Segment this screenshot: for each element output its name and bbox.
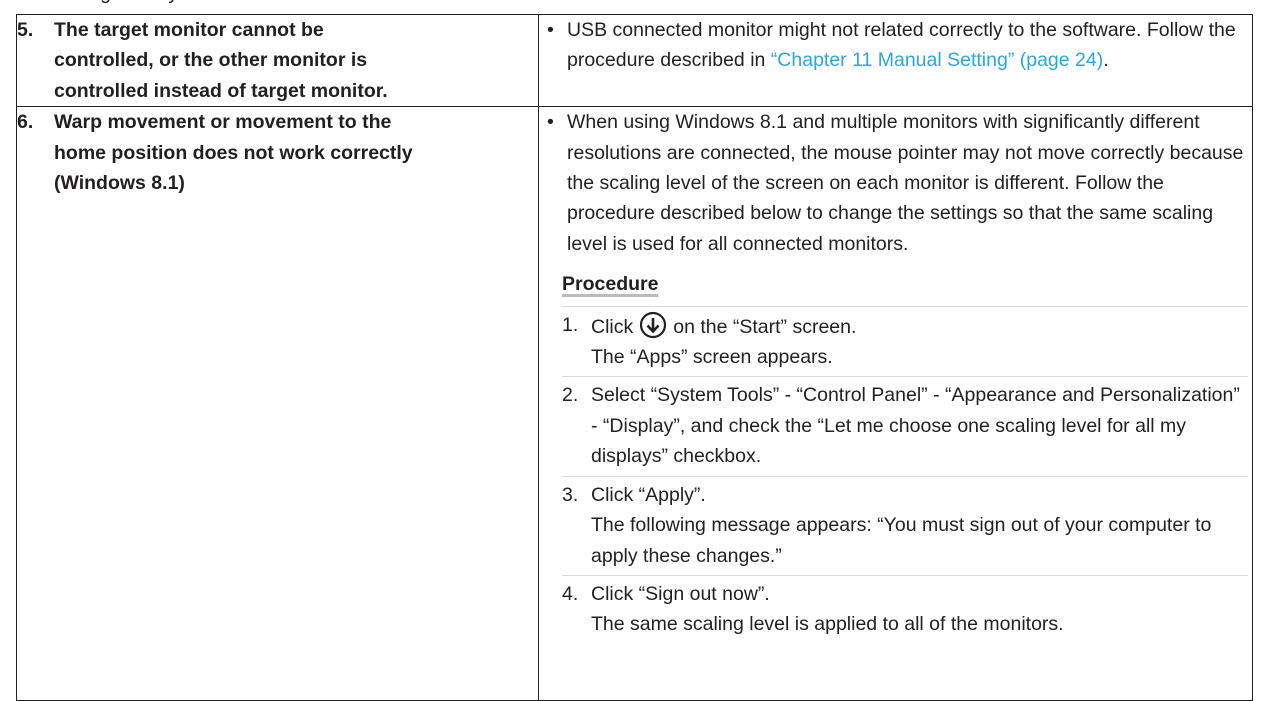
problem-number: 5. [17, 19, 34, 41]
problem-cell: 5. The target monitor cannot be controll… [16, 13, 539, 108]
table-row: 5. The target monitor cannot be controll… [16, 13, 1253, 108]
cut-off-top-text: ...scaling is ... by ... [34, 0, 434, 8]
troubleshooting-table: 5. The target monitor cannot be controll… [16, 13, 1253, 701]
solution-cell: • When using Windows 8.1 and multiple mo… [538, 106, 1253, 701]
down-arrow-circle-icon [637, 310, 669, 340]
solution-text: When using Windows 8.1 and multiple moni… [567, 111, 1244, 255]
bullet: • [547, 111, 554, 134]
procedure-step: 4. Click “Sign out now”. The same scalin… [562, 574, 1248, 644]
solution-cell: • USB connected monitor might not relate… [538, 13, 1253, 108]
procedure-step: 3. Click “Apply”. The following message … [562, 475, 1248, 575]
table-row: 6. Warp movement or movement to the home… [16, 106, 1253, 701]
problem-cell: 6. Warp movement or movement to the home… [16, 106, 539, 701]
problem-number: 6. [17, 111, 34, 134]
procedure-heading: Procedure [562, 273, 659, 296]
problem-text: Warp movement or movement to the home po… [54, 111, 413, 195]
chapter-11-link[interactable]: “Chapter 11 Manual Setting” (page 24) [771, 49, 1103, 71]
step-number: 1. [562, 313, 579, 336]
step-number: 3. [562, 483, 579, 506]
top-fragment: ...scaling is ... by ... [34, 0, 434, 8]
problem-text: The target monitor cannot be controlled,… [54, 19, 388, 102]
procedure-step: 1. Click on the “Start” screen. The “Apps… [562, 305, 1248, 377]
solution-text: USB connected monitor might not related … [567, 19, 1236, 72]
step-number: 4. [562, 582, 579, 605]
bullet: • [547, 19, 554, 41]
step-number: 2. [562, 384, 579, 407]
procedure-step: 2. Select “System Tools” - “Control Pane… [562, 376, 1248, 475]
